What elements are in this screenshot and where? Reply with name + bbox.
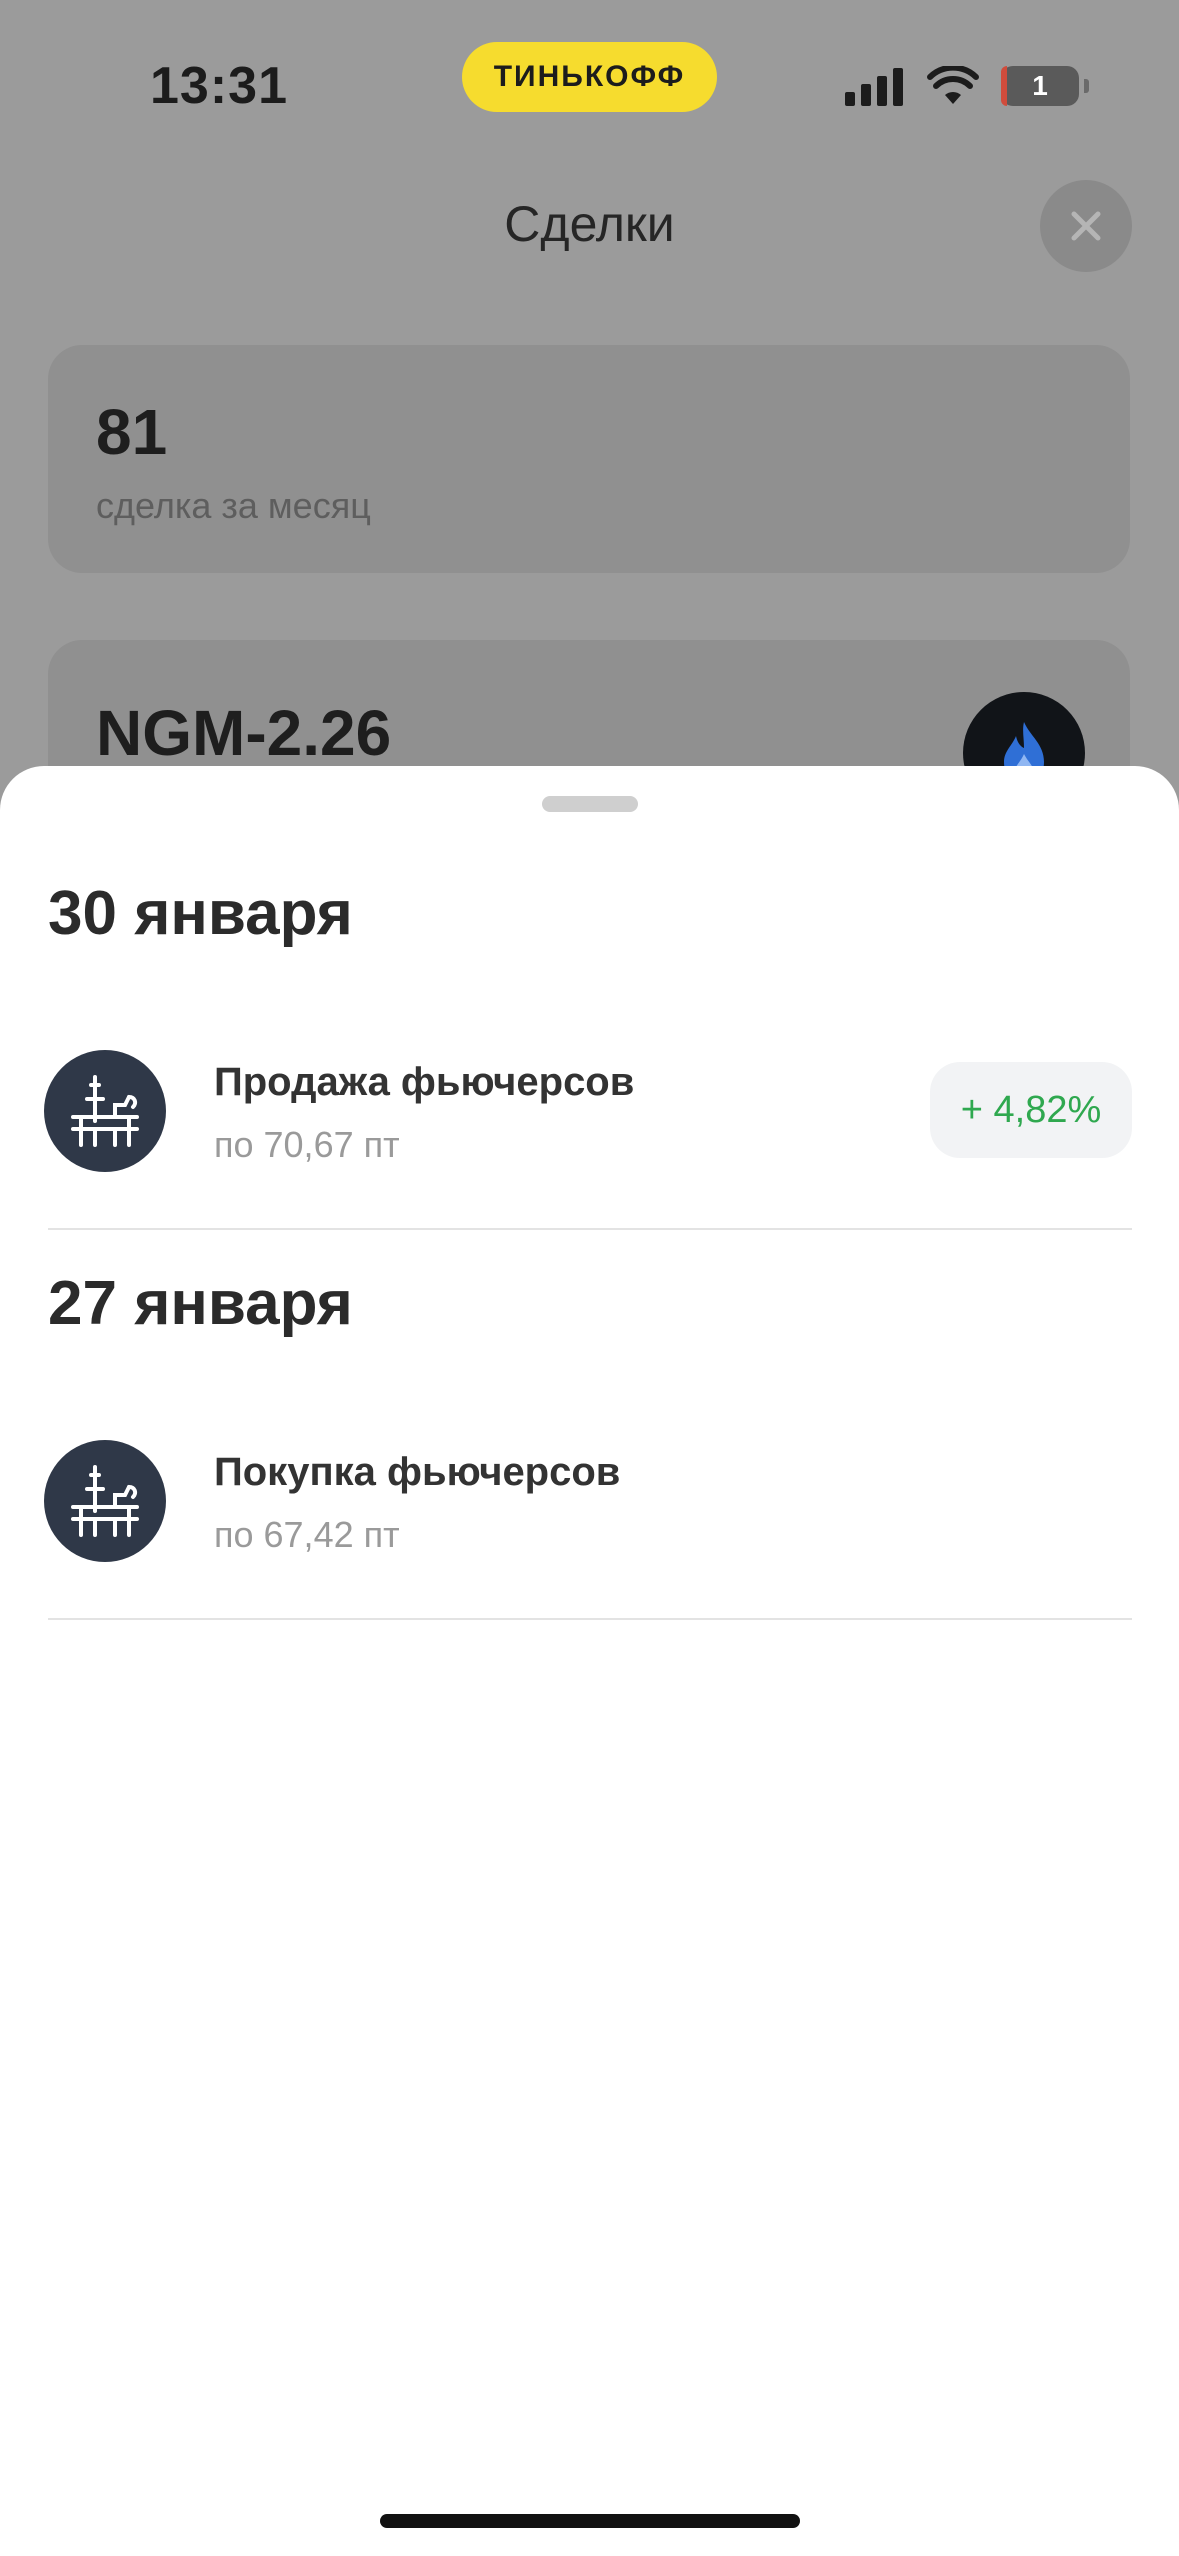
profit-badge: + 4,82% bbox=[930, 1062, 1132, 1158]
sheet-grabber[interactable] bbox=[542, 796, 638, 812]
deal-title: Продажа фьючерсов bbox=[214, 1060, 635, 1104]
close-button[interactable] bbox=[1040, 180, 1132, 272]
cellular-signal-icon bbox=[845, 66, 903, 106]
deal-price: по 70,67 пт bbox=[214, 1124, 400, 1165]
deal-price: по 67,42 пт bbox=[214, 1514, 400, 1555]
date-heading: 27 января bbox=[48, 1269, 353, 1338]
deals-count: 81 bbox=[96, 396, 168, 468]
oil-platform-icon bbox=[71, 1075, 139, 1147]
deal-avatar bbox=[44, 1440, 166, 1562]
oil-platform-icon bbox=[71, 1465, 139, 1537]
date-heading: 30 января bbox=[48, 879, 353, 948]
instrument-ticker: NGM-2.26 bbox=[96, 697, 392, 769]
deals-sheet: 30 января Продажа фьючерсов по 70,67 пт … bbox=[0, 766, 1179, 2556]
status-icons: 1 bbox=[845, 62, 1089, 110]
page-title: Сделки bbox=[504, 196, 675, 252]
deal-row-buy[interactable]: Покупка фьючерсов по 67,42 пт bbox=[0, 1440, 1179, 1570]
monthly-deals-card: 81 сделка за месяц bbox=[48, 345, 1130, 573]
close-icon bbox=[1071, 211, 1101, 241]
wifi-icon bbox=[927, 66, 979, 104]
battery-icon: 1 bbox=[1001, 66, 1089, 106]
deal-row-sell[interactable]: Продажа фьючерсов по 70,67 пт + 4,82% bbox=[0, 1050, 1179, 1180]
deals-count-label: сделка за месяц bbox=[96, 485, 371, 526]
brand-pill: ТИНЬКОФФ bbox=[462, 42, 717, 112]
home-indicator[interactable] bbox=[380, 2514, 800, 2528]
deal-avatar bbox=[44, 1050, 166, 1172]
status-time: 13:31 bbox=[150, 57, 288, 115]
divider bbox=[48, 1618, 1132, 1620]
divider bbox=[48, 1228, 1132, 1230]
deal-title: Покупка фьючерсов bbox=[214, 1450, 621, 1494]
